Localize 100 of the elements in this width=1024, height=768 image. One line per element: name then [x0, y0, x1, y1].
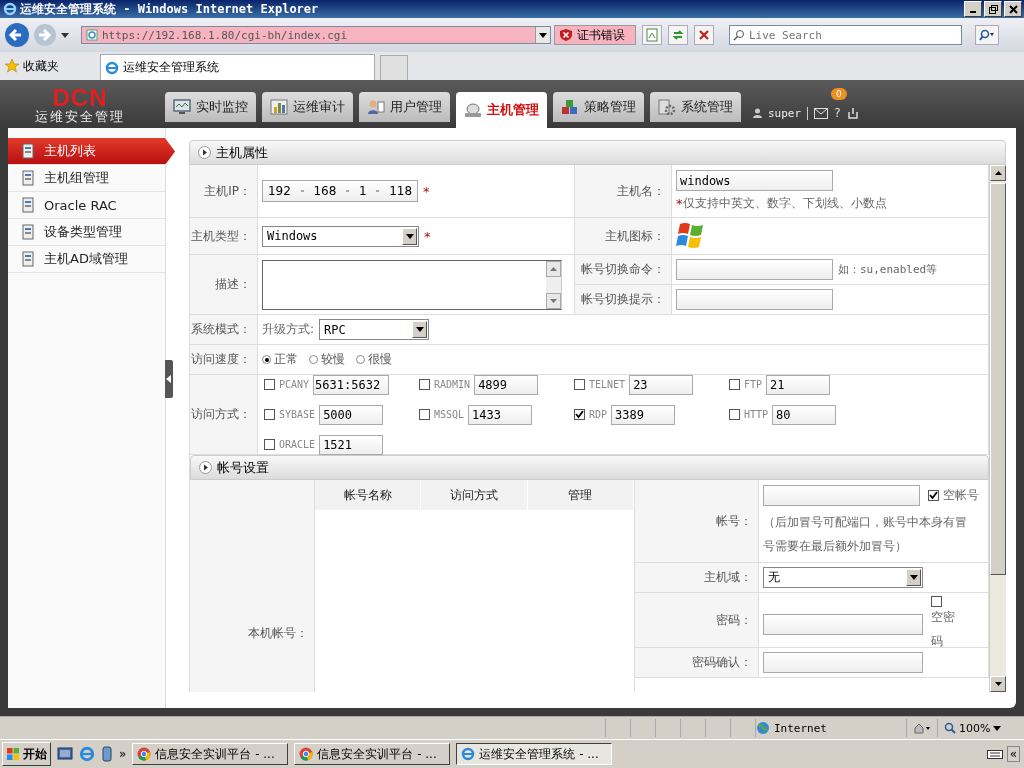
taskbar-button[interactable]: 运维安全管理系统 - ...	[456, 743, 613, 765]
browser-tab[interactable]: 运维安全管理系统	[100, 54, 375, 80]
required-mark: *	[423, 183, 430, 199]
document-icon	[20, 197, 36, 213]
nav-tab[interactable]: 实时监控	[165, 92, 256, 122]
empty-password-checkbox[interactable]: 空密码	[931, 596, 976, 653]
switch-command-field[interactable]	[676, 259, 833, 280]
confirm-password-field[interactable]	[763, 652, 923, 673]
port-field[interactable]: 4899	[474, 374, 539, 395]
dropdown-icon[interactable]	[60, 31, 70, 39]
compatibility-button[interactable]	[642, 25, 662, 45]
mail-icon[interactable]	[814, 107, 829, 119]
host-type-select[interactable]: Windows	[262, 225, 419, 247]
globe-icon	[756, 721, 770, 735]
empty-account-checkbox[interactable]: 空帐号	[928, 486, 979, 504]
host-domain-select[interactable]: 无	[763, 567, 923, 588]
field-label: 描述：	[190, 255, 258, 315]
protocol-checkbox[interactable]: SYBASE	[264, 409, 316, 420]
collapse-handle[interactable]	[165, 360, 173, 398]
address-field[interactable]: https://192.168.1.80/cgi-bh/index.cgi	[81, 26, 551, 44]
chrome-icon	[299, 747, 314, 761]
upgrade-method-select[interactable]: RPC	[319, 319, 430, 340]
protocol-checkbox[interactable]: HTTP	[729, 409, 769, 420]
search-icon	[733, 29, 745, 41]
port-field[interactable]: 23	[629, 374, 694, 395]
sidebar-item[interactable]: 主机AD域管理	[8, 246, 165, 273]
more-button[interactable]: »	[119, 747, 127, 761]
show-tray-button[interactable]: «	[1006, 746, 1020, 762]
zoom-button[interactable]: 100%	[937, 719, 1008, 737]
protocol-checkbox[interactable]: RADMIN	[419, 379, 471, 390]
protocol-checkbox[interactable]: TELNET	[574, 379, 626, 390]
start-button[interactable]: 开始	[2, 742, 51, 766]
port-field[interactable]: 3389	[611, 404, 676, 425]
refresh-icon	[671, 28, 685, 42]
caret-icon	[405, 233, 414, 239]
browser-logo-icon	[105, 60, 119, 75]
notification-badge: 0	[831, 88, 847, 100]
gear-icon	[658, 99, 676, 115]
nav-tab[interactable]: 主机管理	[456, 92, 547, 128]
section-header[interactable]: 帐号设置	[190, 455, 989, 480]
zoom-icon	[944, 722, 956, 734]
taskbar-button[interactable]: 信息安全实训平台 - ...	[294, 743, 451, 765]
switch-prompt-field[interactable]	[676, 289, 833, 310]
field-label: 帐号：	[635, 480, 759, 563]
minimize-button[interactable]	[964, 1, 982, 17]
field-label: 本机帐号：	[248, 625, 308, 642]
keyboard-icon[interactable]	[986, 748, 1003, 760]
taskbar-button[interactable]: 信息安全实训平台 - ...	[132, 743, 289, 765]
close-icon	[1008, 4, 1018, 14]
search-button[interactable]	[975, 25, 999, 45]
port-field[interactable]: 21	[766, 374, 831, 395]
password-field[interactable]	[763, 614, 923, 635]
port-field[interactable]: 5631:5632	[313, 374, 390, 395]
restore-icon	[988, 4, 998, 14]
scrollbar[interactable]	[989, 165, 1006, 692]
power-icon[interactable]	[846, 107, 859, 119]
protocol-checkbox[interactable]: RDP	[574, 409, 608, 420]
favorites-button[interactable]: 收藏夹	[4, 57, 92, 75]
username-link[interactable]: super	[768, 106, 802, 120]
host-name-field[interactable]: windows	[676, 170, 833, 191]
radio-option[interactable]: 较慢	[309, 351, 345, 368]
radio-option[interactable]: 正常	[262, 351, 298, 368]
caret-icon	[539, 32, 547, 38]
search-field[interactable]: Live Search	[729, 25, 962, 45]
section-header[interactable]: 主机属性	[189, 140, 1006, 165]
sidebar-item[interactable]: 主机列表	[8, 138, 175, 165]
nav-tab[interactable]: 运维审计	[262, 92, 353, 122]
nav-tab[interactable]: 策略管理	[553, 92, 644, 122]
port-field[interactable]: 80	[772, 404, 837, 425]
arrow-down-icon[interactable]	[994, 682, 1002, 686]
search-icon	[979, 29, 995, 41]
desktop-icon[interactable]	[57, 746, 73, 762]
back-icon[interactable]	[4, 22, 30, 48]
protocol-checkbox[interactable]: ORACLE	[264, 439, 316, 450]
close-button[interactable]	[1004, 1, 1022, 17]
refresh-button[interactable]	[668, 25, 688, 45]
field-label: 主机域：	[635, 563, 759, 593]
sidebar-item[interactable]: 设备类型管理	[8, 219, 165, 246]
port-field[interactable]: 5000	[319, 404, 384, 425]
port-field[interactable]: 1521	[319, 434, 384, 455]
protocol-checkbox[interactable]: FTP	[729, 379, 763, 390]
field-label: 系统模式：	[190, 315, 258, 345]
protocol-checkbox[interactable]: PCANY	[264, 379, 310, 390]
help-link[interactable]: ?	[834, 106, 841, 120]
port-field[interactable]: 1433	[468, 404, 533, 425]
logo: DCN	[52, 85, 108, 110]
maximize-button[interactable]	[984, 1, 1002, 17]
nav-tab[interactable]: 系统管理	[650, 92, 741, 122]
account-field[interactable]	[763, 484, 920, 506]
server-icon[interactable]	[101, 746, 113, 762]
sidebar-item[interactable]: 主机组管理	[8, 165, 165, 192]
radio-option[interactable]: 很慢	[356, 351, 392, 368]
sidebar-item[interactable]: Oracle RAC	[8, 192, 165, 219]
stop-button[interactable]	[694, 25, 714, 45]
ip-address-field[interactable]: 192 168 1 118	[262, 180, 418, 202]
document-icon	[20, 143, 36, 159]
arrow-up-icon[interactable]	[994, 171, 1002, 175]
protocol-checkbox[interactable]: MSSQL	[419, 409, 465, 420]
certificate-error-button[interactable]: 证书错误	[554, 25, 636, 45]
nav-tab[interactable]: 用户管理	[359, 92, 450, 122]
